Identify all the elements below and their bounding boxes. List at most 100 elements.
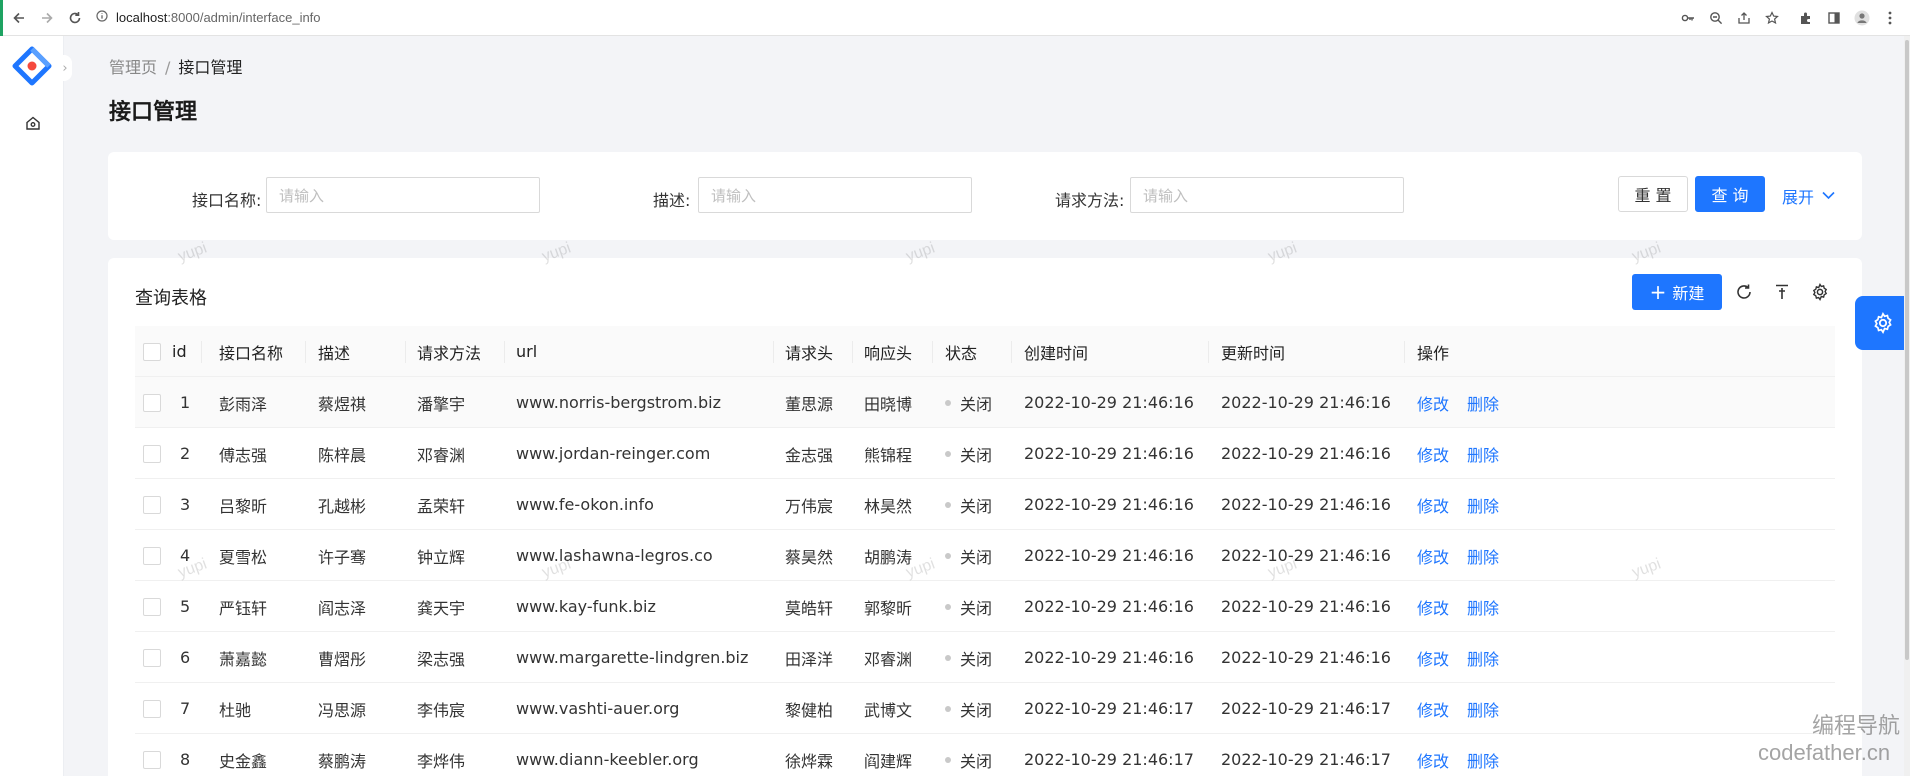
cell-desc: 蔡煜祺 <box>318 394 367 414</box>
cell-name: 傅志强 <box>219 445 268 465</box>
delete-link[interactable]: 删除 <box>1467 442 1499 466</box>
cell-desc: 冯思源 <box>318 700 367 720</box>
cell-method: 邓睿渊 <box>417 445 466 465</box>
cell-created: 2022-10-29 21:46:16 <box>1024 444 1194 463</box>
cell-request-header: 董思源 <box>785 394 834 414</box>
collapse-chevron-icon[interactable]: › <box>58 55 72 81</box>
back-arrow-icon[interactable] <box>8 7 30 29</box>
row-checkbox[interactable] <box>143 597 161 616</box>
column-header-desc[interactable]: 描述 <box>318 326 350 377</box>
table-row[interactable]: 4 夏雪松 许子骞 钟立辉 www.lashawna-legros.co 蔡昊然 胡鹏涛 20… <box>135 530 1835 581</box>
cell-status: 关闭 <box>945 479 992 530</box>
table-row[interactable]: 5 严钰轩 阎志泽 龚天宇 www.kay-funk.biz 莫皓轩 郭黎昕 2022-10-… <box>135 581 1835 632</box>
delete-link[interactable]: 删除 <box>1467 697 1499 721</box>
share-icon[interactable] <box>1730 4 1758 32</box>
method-search-input[interactable]: 请输入 <box>1130 177 1404 213</box>
column-divider <box>1404 341 1405 363</box>
column-header-name[interactable]: 接口名称 <box>219 326 283 377</box>
table-row[interactable]: 2 傅志强 陈梓晨 邓睿渊 www.jordan-reinger.com 金志强 熊锦程 20… <box>135 428 1835 479</box>
column-header-method[interactable]: 请求方法 <box>417 326 481 377</box>
table-row[interactable]: 8 史金鑫 蔡鹏涛 李烨伟 www.diann-keebler.org 徐烨霖 阎建辉 202… <box>135 734 1835 776</box>
edit-link[interactable]: 修改 <box>1417 697 1449 721</box>
forward-arrow-icon[interactable] <box>36 7 58 29</box>
app-logo[interactable] <box>12 46 52 86</box>
menu-dots-icon[interactable] <box>1876 4 1904 32</box>
edit-link[interactable]: 修改 <box>1417 391 1449 415</box>
profile-avatar-icon[interactable] <box>1848 4 1876 32</box>
edit-link[interactable]: 修改 <box>1417 544 1449 568</box>
edit-link[interactable]: 修改 <box>1417 646 1449 670</box>
cell-id: 7 <box>180 699 191 718</box>
delete-link[interactable]: 删除 <box>1467 493 1499 517</box>
status-dot-icon <box>945 450 951 457</box>
settings-drawer-button[interactable] <box>1855 296 1910 350</box>
density-icon[interactable] <box>1770 280 1794 304</box>
row-checkbox[interactable] <box>143 648 161 667</box>
table-row[interactable]: 1 彭雨泽 蔡煜祺 潘擎宇 www.norris-bergstrom.biz 董思源 田晓博… <box>135 377 1835 428</box>
scrollbar-thumb[interactable] <box>1905 40 1909 660</box>
delete-link[interactable]: 删除 <box>1467 646 1499 670</box>
cell-id: 3 <box>180 495 191 514</box>
column-divider <box>773 341 774 363</box>
delete-link[interactable]: 删除 <box>1467 748 1499 772</box>
side-nav: › <box>0 36 72 776</box>
delete-link[interactable]: 删除 <box>1467 391 1499 415</box>
edit-link[interactable]: 修改 <box>1417 493 1449 517</box>
table-row[interactable]: 3 吕黎昕 孔越彬 孟荣轩 www.fe-okon.info 万伟宸 林昊然 2022-10-… <box>135 479 1835 530</box>
row-checkbox[interactable] <box>143 393 161 412</box>
home-icon[interactable] <box>22 112 44 134</box>
delete-link[interactable]: 删除 <box>1467 544 1499 568</box>
cell-response-header: 熊锦程 <box>864 445 913 465</box>
key-icon[interactable] <box>1674 4 1702 32</box>
row-checkbox[interactable] <box>143 444 161 463</box>
edit-link[interactable]: 修改 <box>1417 595 1449 619</box>
cell-id: 8 <box>180 750 191 769</box>
table-card: 查询表格 + 新建 id 接口名称 描述 请求方法 url 请求头 响应头 状态 <box>108 258 1862 776</box>
delete-link[interactable]: 删除 <box>1467 595 1499 619</box>
cell-method: 孟荣轩 <box>417 496 466 516</box>
column-header-url[interactable]: url <box>516 326 537 377</box>
extensions-icon[interactable] <box>1792 4 1820 32</box>
cell-desc: 蔡鹏涛 <box>318 751 367 771</box>
column-header-updated[interactable]: 更新时间 <box>1221 326 1285 377</box>
cell-created: 2022-10-29 21:46:16 <box>1024 495 1194 514</box>
column-divider <box>201 341 202 363</box>
column-header-request-header[interactable]: 请求头 <box>785 326 833 377</box>
breadcrumb-root[interactable]: 管理页 <box>109 58 157 77</box>
cell-actions: 修改 删除 <box>1417 530 1517 581</box>
select-all-checkbox[interactable] <box>143 342 161 361</box>
name-search-input[interactable]: 请输入 <box>266 177 540 213</box>
column-settings-icon[interactable] <box>1808 280 1832 304</box>
row-checkbox[interactable] <box>143 699 161 718</box>
column-header-status[interactable]: 状态 <box>945 326 977 377</box>
row-checkbox[interactable] <box>143 750 161 769</box>
column-header-created[interactable]: 创建时间 <box>1024 326 1088 377</box>
bookmark-star-icon[interactable] <box>1758 4 1786 32</box>
zoom-icon[interactable] <box>1702 4 1730 32</box>
row-checkbox[interactable] <box>143 546 161 565</box>
column-header-id[interactable]: id <box>172 326 187 377</box>
column-header-actions: 操作 <box>1417 343 1450 363</box>
cell-response-header: 田晓博 <box>864 394 913 414</box>
table-row[interactable]: 6 萧嘉懿 曹熠彤 梁志强 www.margarette-lindgren.biz 田泽洋… <box>135 632 1835 683</box>
desc-search-input[interactable]: 请输入 <box>698 177 972 213</box>
method-input-placeholder: 请输入 <box>1143 186 1189 205</box>
corner-watermark-cn: 编程导航 <box>1812 713 1901 738</box>
expand-button[interactable]: 展开 <box>1782 184 1835 208</box>
table-row[interactable]: 7 杜驰 冯思源 李伟宸 www.vashti-auer.org 黎健柏 武博文 2022-1… <box>135 683 1835 734</box>
row-checkbox[interactable] <box>143 495 161 514</box>
cell-url: www.kay-funk.biz <box>516 597 656 616</box>
info-icon[interactable] <box>96 10 108 25</box>
column-header-response-header[interactable]: 响应头 <box>864 326 912 377</box>
edit-link[interactable]: 修改 <box>1417 442 1449 466</box>
expand-label: 展开 <box>1782 188 1815 207</box>
edit-link[interactable]: 修改 <box>1417 748 1449 772</box>
sidepanel-icon[interactable] <box>1820 4 1848 32</box>
reload-icon[interactable] <box>64 7 86 29</box>
cell-actions: 修改 删除 <box>1417 428 1517 479</box>
refresh-icon[interactable] <box>1732 280 1756 304</box>
query-button[interactable]: 查 询 <box>1695 176 1765 212</box>
address-bar[interactable]: localhost:8000/admin/interface_info <box>96 5 321 31</box>
new-button[interactable]: + 新建 <box>1632 274 1722 310</box>
reset-button[interactable]: 重 置 <box>1618 176 1688 212</box>
